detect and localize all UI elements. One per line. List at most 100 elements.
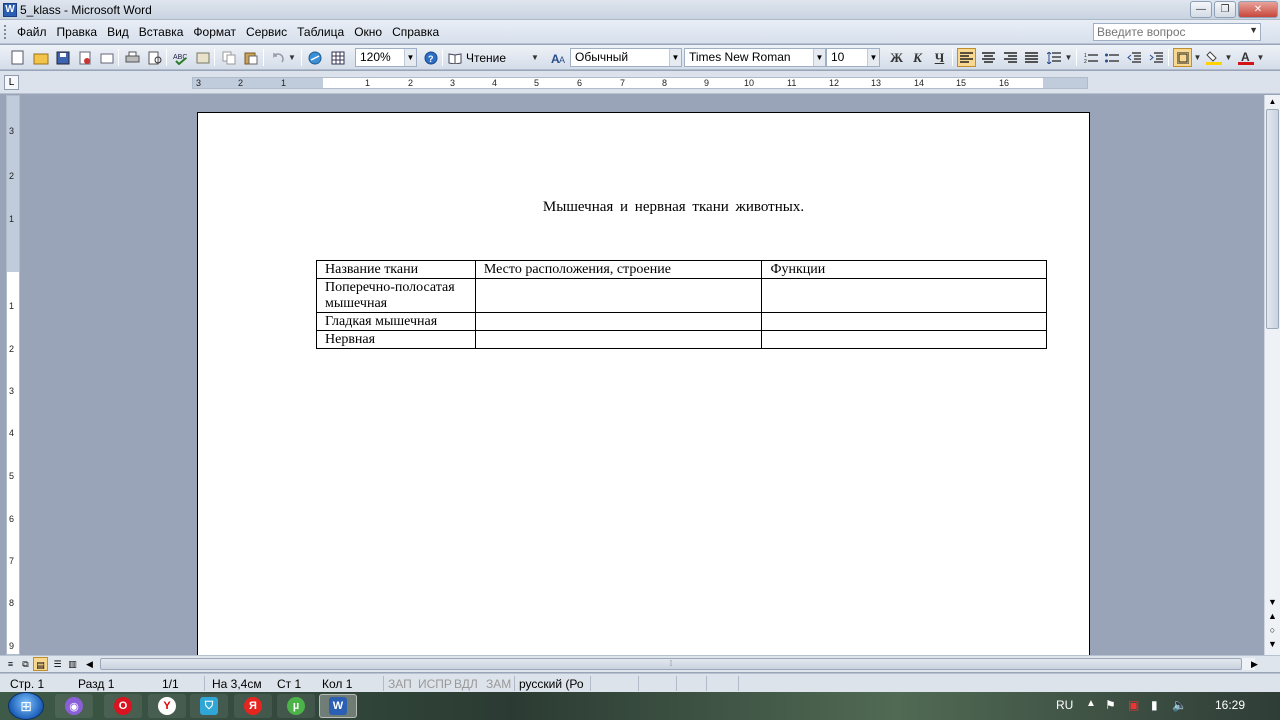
action-center-flag-icon[interactable]: ⚑	[1105, 698, 1116, 712]
copy-icon[interactable]	[219, 48, 238, 67]
borders-icon[interactable]	[1173, 48, 1192, 67]
menu-file[interactable]: Файл	[12, 20, 52, 44]
spelling-icon[interactable]: ABC	[171, 48, 190, 67]
undo-dropdown-icon[interactable]: ▼	[287, 48, 297, 67]
table-cell[interactable]	[761, 330, 1047, 349]
font-size-combo[interactable]: 10 ▼	[826, 48, 880, 67]
reading-mode-button[interactable]: Чтение	[448, 48, 530, 67]
menu-insert[interactable]: Вставка	[134, 20, 189, 44]
tab-selector[interactable]: L	[4, 75, 19, 90]
taskbar-app[interactable]: µ	[277, 694, 315, 718]
status-record[interactable]: ЗАП	[388, 677, 412, 691]
status-extend[interactable]: ВДЛ	[454, 677, 478, 691]
table-cell[interactable]	[761, 312, 1047, 331]
reading-view-icon[interactable]: ▥	[65, 657, 80, 671]
menu-view[interactable]: Вид	[102, 20, 134, 44]
chevron-down-icon[interactable]: ▼	[867, 49, 879, 66]
scroll-right-icon[interactable]: ▶	[1247, 657, 1262, 671]
scroll-up-icon[interactable]: ▲	[1265, 95, 1280, 109]
italic-button[interactable]: К	[908, 48, 927, 67]
open-folder-icon[interactable]	[31, 48, 50, 67]
outline-view-icon[interactable]: ☰	[50, 657, 65, 671]
chevron-down-icon[interactable]: ▼	[813, 49, 825, 66]
print-layout-icon[interactable]: ▤	[33, 657, 48, 671]
previous-page-icon[interactable]: ▲	[1265, 609, 1280, 623]
status-language[interactable]: русский (Ро	[519, 677, 584, 691]
clock[interactable]: 16:29	[1215, 698, 1245, 712]
horizontal-scroll-thumb[interactable]: ⁞	[100, 658, 1242, 670]
volume-icon[interactable]: 🔈	[1172, 698, 1187, 712]
taskbar-app[interactable]: ⛉	[190, 694, 228, 718]
status-track-changes[interactable]: ИСПР	[418, 677, 452, 691]
print-preview-icon[interactable]	[145, 48, 164, 67]
table-cell[interactable]	[474, 312, 763, 331]
next-page-icon[interactable]: ▼	[1265, 637, 1280, 651]
taskbar-app-word[interactable]: W	[319, 694, 357, 718]
vertical-ruler[interactable]: 3 2 1 1 2 3 4 5 6 7 8 9	[6, 95, 20, 655]
table-cell[interactable]	[474, 330, 763, 349]
styles-pane-icon[interactable]: AA	[549, 48, 568, 67]
new-document-icon[interactable]	[8, 48, 27, 67]
vertical-scrollbar[interactable]: ▲ ▼ ▲ ○ ▼	[1264, 95, 1280, 655]
horizontal-scroll-track[interactable]: ⁞	[100, 658, 1255, 670]
menu-edit[interactable]: Правка	[52, 20, 103, 44]
align-left-icon[interactable]	[957, 48, 976, 67]
language-indicator[interactable]: RU	[1056, 698, 1073, 712]
tray-expand-icon[interactable]: ▲	[1086, 698, 1096, 709]
permission-icon[interactable]	[75, 48, 94, 67]
chevron-down-icon[interactable]: ▼	[1256, 48, 1265, 67]
menu-format[interactable]: Формат	[188, 20, 241, 44]
menu-tools[interactable]: Сервис	[241, 20, 292, 44]
taskbar-app[interactable]: O	[104, 694, 142, 718]
style-combo[interactable]: Обычный ▼	[570, 48, 682, 67]
close-button[interactable]: ✕	[1238, 1, 1278, 18]
chevron-down-icon[interactable]: ▼	[404, 49, 416, 66]
chevron-down-icon[interactable]: ▼	[669, 49, 681, 66]
taskbar-app[interactable]: Y	[148, 694, 186, 718]
email-icon[interactable]	[97, 48, 116, 67]
font-color-icon[interactable]: A	[1236, 48, 1255, 67]
save-icon[interactable]	[53, 48, 72, 67]
underline-button[interactable]: Ч	[930, 48, 949, 67]
scroll-down-icon[interactable]: ▼	[1265, 595, 1280, 609]
web-view-icon[interactable]: ⧉	[18, 657, 33, 671]
hyperlink-icon[interactable]	[306, 48, 325, 67]
print-icon[interactable]	[123, 48, 142, 67]
restore-button[interactable]: ❐	[1214, 1, 1236, 18]
decrease-indent-icon[interactable]	[1124, 48, 1143, 67]
table-header-cell[interactable]: Место расположения, строение	[474, 260, 763, 279]
ask-question-box[interactable]: ▼	[1093, 23, 1261, 41]
menu-grip[interactable]	[4, 25, 7, 39]
document-page[interactable]: Мышечная и нервная ткани животных. Назва…	[197, 112, 1090, 655]
numbering-icon[interactable]: 12	[1081, 48, 1100, 67]
normal-view-icon[interactable]: ≡	[3, 657, 18, 671]
tables-borders-icon[interactable]	[328, 48, 347, 67]
line-spacing-icon[interactable]	[1044, 48, 1063, 67]
word-app-icon[interactable]: W	[3, 3, 17, 17]
security-icon[interactable]: ▣	[1128, 698, 1139, 712]
document-area[interactable]: Мышечная и нервная ткани животных. Назва…	[24, 95, 1264, 655]
font-combo[interactable]: Times New Roman ▼	[684, 48, 826, 67]
toolbar-options-icon[interactable]: ▼	[530, 48, 540, 67]
bold-button[interactable]: Ж	[887, 48, 906, 67]
table-header-cell[interactable]: Название ткани	[316, 260, 476, 279]
taskbar-app[interactable]: Я	[234, 694, 272, 718]
chevron-down-icon[interactable]: ▼	[1193, 48, 1202, 67]
tissue-table[interactable]: Название ткани Место расположения, строе…	[316, 260, 1047, 349]
table-cell[interactable]	[761, 278, 1047, 313]
highlight-icon[interactable]	[1204, 48, 1223, 67]
bullets-icon[interactable]	[1102, 48, 1121, 67]
help-icon[interactable]: ?	[421, 48, 440, 67]
research-icon[interactable]	[193, 48, 212, 67]
align-center-icon[interactable]	[979, 48, 998, 67]
justify-icon[interactable]	[1022, 48, 1041, 67]
start-button[interactable]: ⊞	[8, 692, 44, 720]
scroll-left-icon[interactable]: ◀	[82, 657, 97, 671]
menu-window[interactable]: Окно	[349, 20, 387, 44]
vertical-scroll-thumb[interactable]	[1266, 109, 1279, 329]
table-cell[interactable]	[474, 278, 763, 313]
increase-indent-icon[interactable]	[1146, 48, 1165, 67]
browse-object-icon[interactable]: ○	[1265, 623, 1280, 637]
table-cell[interactable]: Поперечно-полосатая мышечная	[316, 278, 476, 313]
table-cell[interactable]: Гладкая мышечная	[316, 312, 476, 331]
